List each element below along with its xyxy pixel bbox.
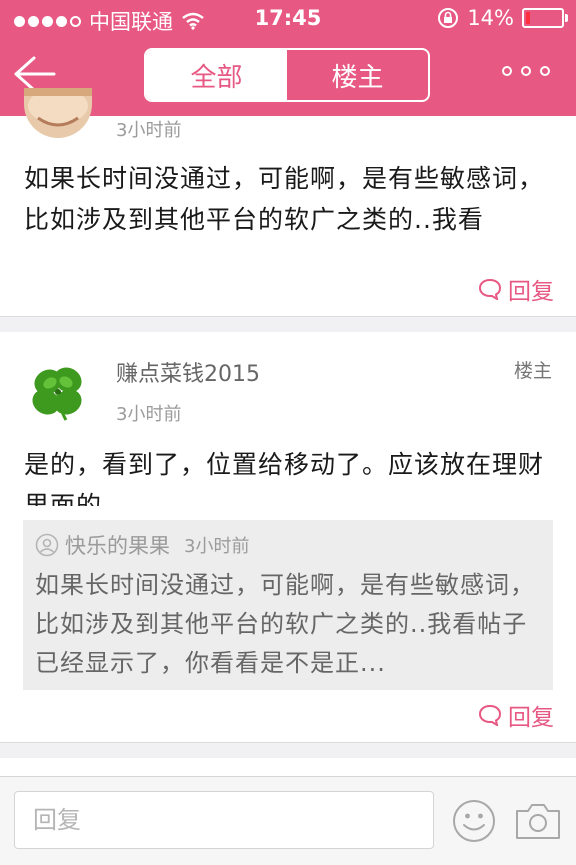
quote-username: 快乐的果果 <box>65 534 170 558</box>
post-card: 赚点菜钱2015 楼主 3小时前 是的，看到了，位置给移动了。应该放在理财里面的… <box>0 332 576 742</box>
reply-button[interactable]: 回复 <box>478 272 554 306</box>
username[interactable]: 赚点菜钱2015 <box>116 356 260 388</box>
divider <box>0 316 576 317</box>
filter-segmented-control: 全部 楼主 <box>144 48 430 102</box>
reply-input[interactable] <box>14 791 434 849</box>
post-time: 3小时前 <box>116 120 182 141</box>
rotation-lock-icon <box>438 8 459 28</box>
user-icon <box>35 533 59 557</box>
comment-icon <box>478 278 502 300</box>
battery-percent: 14% <box>467 6 514 30</box>
quote-text: 如果长时间没通过，可能啊，是有些敏感词，比如涉及到其他平台的软广之类的..我看帖… <box>35 571 535 677</box>
more-options-icon[interactable] <box>502 66 550 76</box>
reply-bar <box>0 776 576 865</box>
quote-time: 3小时前 <box>184 536 250 557</box>
avatar <box>24 88 92 138</box>
post-card: 3小时前 如果长时间没通过，可能啊，是有些敏感词，比如涉及到其他平台的软广之类的… <box>0 88 576 316</box>
emoji-icon[interactable] <box>452 799 496 843</box>
post-time: 3小时前 <box>116 404 182 425</box>
divider <box>0 742 576 743</box>
reply-label: 回复 <box>508 705 554 731</box>
tab-owner[interactable]: 楼主 <box>287 50 428 100</box>
quoted-reply[interactable]: 快乐的果果 3小时前 如果长时间没通过，可能啊，是有些敏感词，比如涉及到其他平台… <box>23 520 553 690</box>
reply-button[interactable]: 回复 <box>478 698 554 732</box>
tab-all[interactable]: 全部 <box>146 50 287 100</box>
battery-fill <box>526 12 530 24</box>
post-text: 如果长时间没通过，可能啊，是有些敏感词，比如涉及到其他平台的软广之类的..我看 <box>24 164 545 234</box>
camera-icon[interactable] <box>514 801 562 841</box>
owner-badge: 楼主 <box>513 360 552 382</box>
quote-header: 快乐的果果 3小时前 <box>35 530 249 560</box>
status-bar: 中国联通 17:45 14% <box>0 0 576 38</box>
avatar[interactable] <box>22 356 96 430</box>
comment-icon <box>478 704 502 726</box>
reply-label: 回复 <box>508 279 554 305</box>
battery-area: 14% <box>437 6 568 30</box>
post-text: 是的，看到了，位置给移动了。应该放在理财里面的 <box>24 450 545 506</box>
battery-icon <box>522 8 568 28</box>
